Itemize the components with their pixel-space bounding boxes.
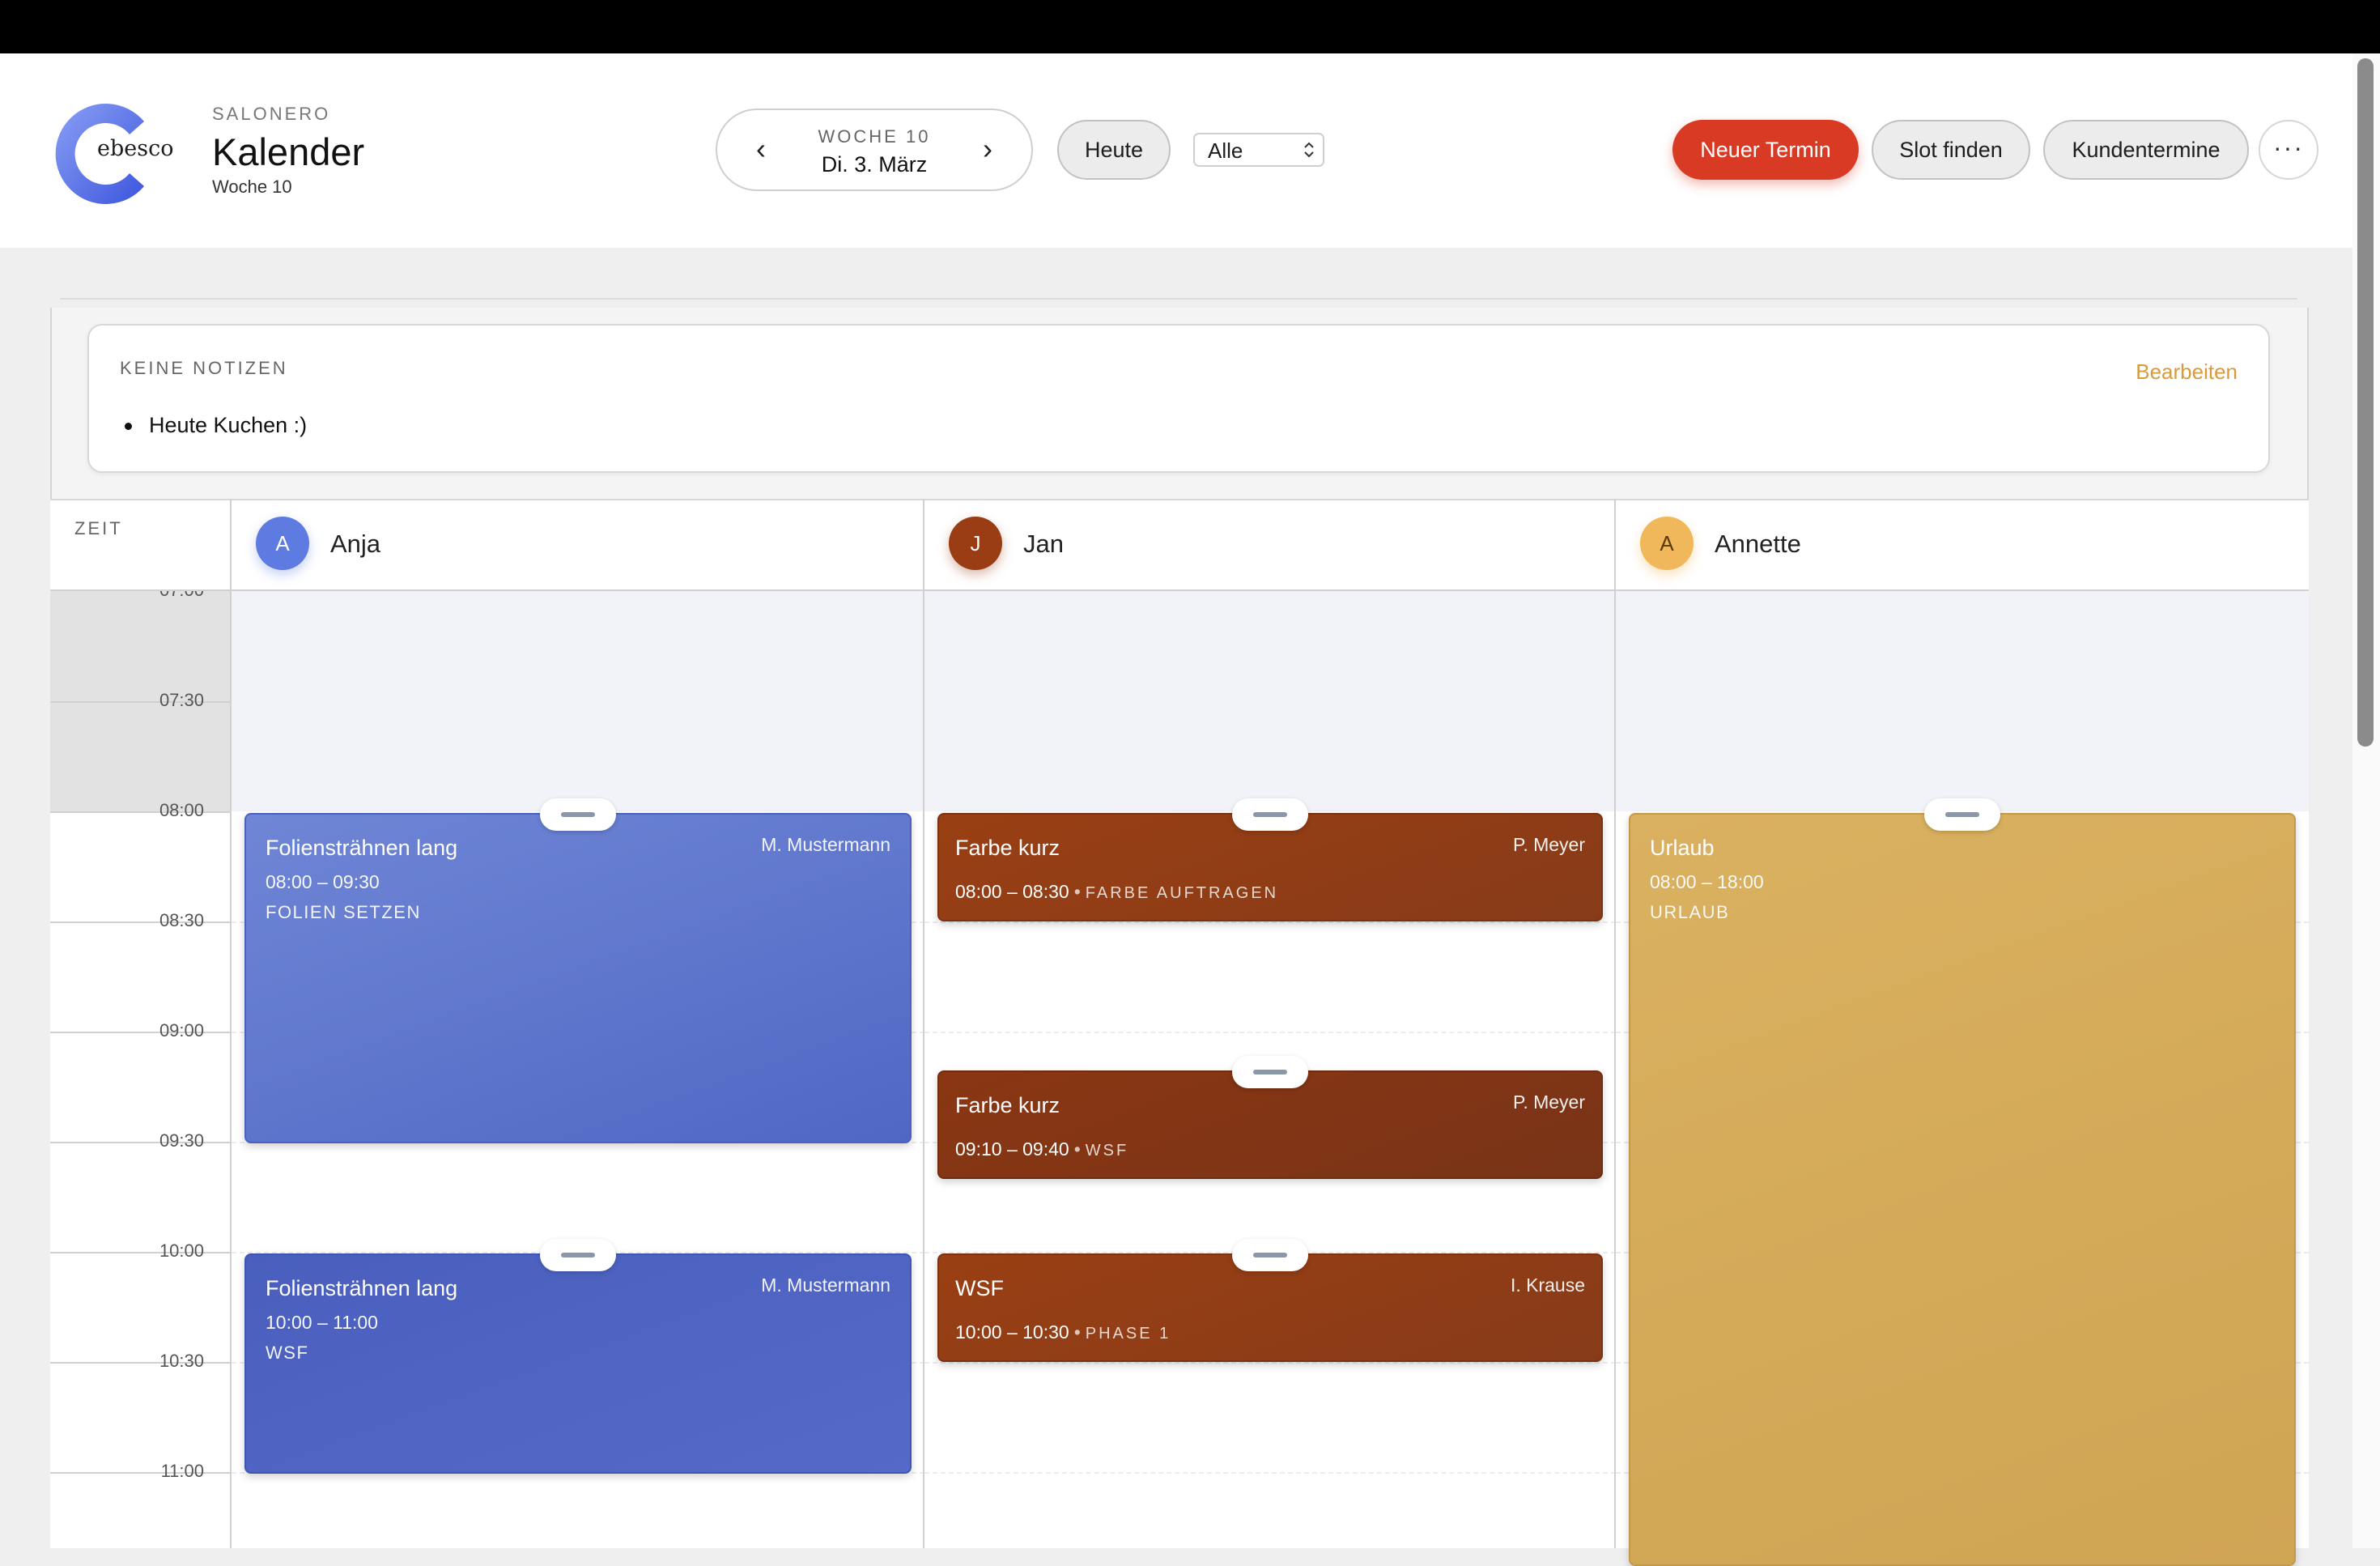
column-divider xyxy=(230,499,232,1548)
appointment-card[interactable]: Foliensträhnen lang M. Mustermann 08:00 … xyxy=(244,813,912,1143)
appointment-title: Foliensträhnen lang xyxy=(266,1276,458,1300)
drag-handle-icon[interactable] xyxy=(1232,1056,1308,1088)
staff-name: Jan xyxy=(1023,530,1064,558)
time-tick xyxy=(50,701,232,703)
appointment-time-row: 10:00 – 10:30 • PHASE 1 xyxy=(955,1321,1171,1343)
appointment-phase: WSF xyxy=(1085,1142,1129,1160)
time-tick xyxy=(50,811,232,813)
time-column-header: ZEIT xyxy=(74,518,123,538)
drag-handle-icon[interactable] xyxy=(540,1239,616,1271)
staff-filter-value: Alle xyxy=(1208,138,1243,163)
page-title: Kalender xyxy=(212,130,365,173)
staff-name: Annette xyxy=(1715,530,1801,558)
note-item: Heute Kuchen :) xyxy=(149,413,308,437)
appointment-time-row: 09:10 – 09:40 • WSF xyxy=(955,1138,1128,1160)
appointment-client: M. Mustermann xyxy=(761,1275,890,1296)
appointment-time: 09:10 – 09:40 xyxy=(955,1138,1069,1160)
time-label: 09:00 xyxy=(159,1020,204,1040)
staff-filter-select[interactable]: Alle xyxy=(1193,133,1324,167)
time-tick xyxy=(50,1362,232,1364)
chevron-right-icon[interactable]: › xyxy=(971,130,1004,170)
staff-header-anja[interactable]: A Anja xyxy=(232,499,924,591)
brand-logo-text: ebesco xyxy=(97,136,174,161)
appointment-phase: PHASE 1 xyxy=(1085,1325,1171,1343)
appointment-time: 08:00 – 08:30 xyxy=(955,881,1069,902)
time-tick xyxy=(50,1032,232,1033)
today-button[interactable]: Heute xyxy=(1057,120,1171,180)
appointment-time: 08:00 – 09:30 xyxy=(266,871,380,892)
appointment-client: I. Krause xyxy=(1510,1275,1585,1296)
new-appointment-button[interactable]: Neuer Termin xyxy=(1672,120,1859,180)
appointment-phase: WSF xyxy=(266,1343,309,1363)
page-subtitle: Woche 10 xyxy=(212,177,292,197)
time-column: 07:00 07:30 08:00 08:30 09:00 09:30 10:0… xyxy=(50,591,232,1548)
separator-dot: • xyxy=(1073,881,1081,902)
avatar: A xyxy=(256,517,309,570)
appointment-time: 10:00 – 10:30 xyxy=(955,1321,1069,1343)
appointment-client: P. Meyer xyxy=(1512,834,1585,855)
updown-arrows-icon xyxy=(1304,142,1314,158)
time-tick xyxy=(50,1142,232,1143)
off-hours-band xyxy=(232,591,924,811)
drag-handle-icon[interactable] xyxy=(1232,798,1308,831)
customer-appointments-button[interactable]: Kundentermine xyxy=(2043,120,2249,180)
time-tick xyxy=(50,1472,232,1474)
drag-handle-icon[interactable] xyxy=(540,798,616,831)
staff-header-annette[interactable]: A Annette xyxy=(1616,499,2309,591)
scrollbar-thumb[interactable] xyxy=(2357,58,2374,747)
staff-header-jan[interactable]: J Jan xyxy=(924,499,1616,591)
appointment-time: 10:00 – 11:00 xyxy=(266,1312,378,1333)
appointment-card[interactable]: Foliensträhnen lang M. Mustermann 10:00 … xyxy=(244,1253,912,1474)
time-label: 09:30 xyxy=(159,1130,204,1151)
column-divider xyxy=(1614,499,1616,1548)
time-label: 10:30 xyxy=(159,1351,204,1371)
absence-card[interactable]: Urlaub 08:00 – 18:00 URLAUB xyxy=(1629,813,2296,1566)
time-label: 08:00 xyxy=(159,800,204,820)
find-slot-button[interactable]: Slot finden xyxy=(1872,120,2030,180)
drag-handle-icon[interactable] xyxy=(1232,1239,1308,1271)
half-hour-line xyxy=(924,1472,1616,1474)
week-navigator: ‹ WOCHE 10 Di. 3. März › xyxy=(716,109,1033,191)
time-tick xyxy=(50,921,232,923)
appointment-phase: FARBE AUFTRAGEN xyxy=(1085,884,1279,902)
off-hours-band xyxy=(1616,591,2309,811)
divider xyxy=(60,298,2297,300)
time-label: 08:30 xyxy=(159,910,204,930)
bullet-icon xyxy=(125,423,132,430)
time-label: 11:00 xyxy=(160,1461,204,1481)
time-label: 07:00 xyxy=(159,591,204,601)
absence-time: 08:00 – 18:00 xyxy=(1650,871,1764,892)
time-label: 07:30 xyxy=(159,690,204,710)
off-hours-band xyxy=(924,591,1616,811)
system-top-bar xyxy=(0,0,2380,53)
appointment-title: WSF xyxy=(955,1276,1004,1300)
more-dots-icon[interactable]: ··· xyxy=(2259,120,2318,180)
appointment-title: Foliensträhnen lang xyxy=(266,836,458,860)
time-tick xyxy=(50,1252,232,1253)
appointment-title: Farbe kurz xyxy=(955,836,1060,860)
avatar: A xyxy=(1640,517,1694,570)
drag-handle-icon[interactable] xyxy=(1924,798,2000,831)
half-hour-line xyxy=(924,1362,1616,1364)
absence-title: Urlaub xyxy=(1650,836,1715,860)
half-hour-line xyxy=(924,1032,1616,1033)
appointment-title: Farbe kurz xyxy=(955,1093,1060,1117)
appointment-phase: FOLIEN SETZEN xyxy=(266,902,421,922)
separator-dot: • xyxy=(1073,1321,1081,1343)
appointment-client: M. Mustermann xyxy=(761,834,890,855)
app-header: ebesco SALONERO Kalender Woche 10 ‹ WOCH… xyxy=(0,53,2380,248)
absence-label: URLAUB xyxy=(1650,902,1730,922)
app-name: SALONERO xyxy=(212,104,331,124)
appointment-client: P. Meyer xyxy=(1512,1092,1585,1113)
half-hour-line xyxy=(924,921,1616,923)
column-divider xyxy=(923,499,924,1548)
edit-notes-link[interactable]: Bearbeiten xyxy=(2136,360,2238,385)
staff-name: Anja xyxy=(330,530,381,558)
notes-card: KEINE NOTIZEN Bearbeiten Heute Kuchen :) xyxy=(87,324,2270,473)
avatar: J xyxy=(949,517,1002,570)
appointment-time-row: 08:00 – 08:30 • FARBE AUFTRAGEN xyxy=(955,881,1278,903)
notes-title: KEINE NOTIZEN xyxy=(120,358,288,378)
time-label: 10:00 xyxy=(159,1240,204,1261)
separator-dot: • xyxy=(1073,1138,1081,1160)
